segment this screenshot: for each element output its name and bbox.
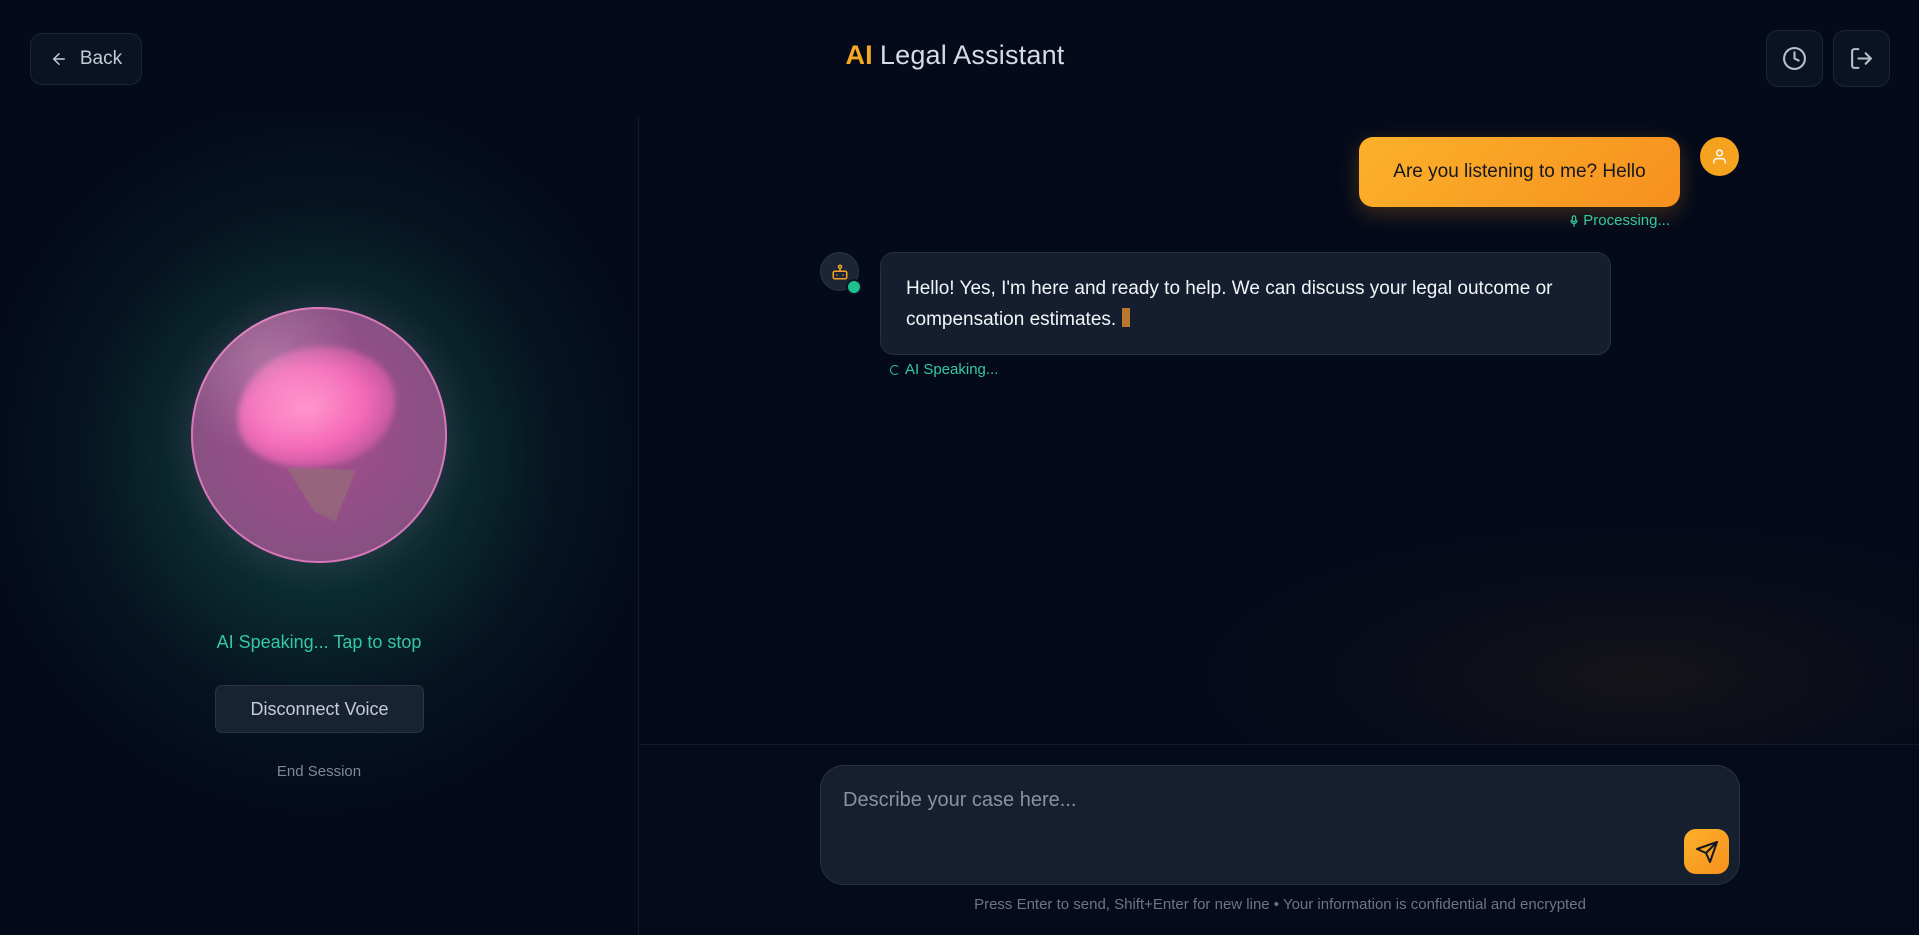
header: Back AI Legal Assistant: [0, 0, 1919, 116]
input-hint: Press Enter to send, Shift+Enter for new…: [974, 896, 1586, 913]
message-input[interactable]: [841, 784, 1665, 816]
send-icon: [1695, 840, 1718, 863]
bot-icon: [832, 264, 847, 279]
end-session-button[interactable]: End Session: [0, 763, 638, 780]
assistant-message-status: AI Speaking...: [890, 361, 998, 378]
microphone-icon: [1570, 214, 1578, 227]
title-text: Legal Assistant: [879, 40, 1065, 70]
voice-orb[interactable]: [191, 307, 447, 563]
message-input-box[interactable]: [820, 765, 1740, 885]
send-button[interactable]: [1684, 829, 1729, 874]
clock-icon: [1783, 47, 1806, 70]
user-avatar: [1700, 137, 1739, 176]
user-icon: [1713, 149, 1726, 164]
page-title: AI Legal Assistant: [0, 40, 1910, 71]
orb-shine: [191, 307, 447, 563]
chat-area: [639, 116, 1919, 744]
typing-cursor: [1122, 308, 1131, 327]
title-accent: AI: [845, 40, 873, 70]
user-message-status: Processing...: [1560, 212, 1670, 229]
voice-status[interactable]: AI Speaking... Tap to stop: [0, 632, 638, 653]
assistant-message-bubble: Hello! Yes, I'm here and ready to help. …: [880, 252, 1611, 355]
disconnect-voice-button[interactable]: Disconnect Voice: [215, 685, 424, 733]
logout-button[interactable]: [1833, 30, 1890, 87]
spinner-icon: [890, 364, 900, 375]
voice-panel: AI Speaking... Tap to stop Disconnect Vo…: [0, 116, 638, 935]
user-status-text: Processing...: [1583, 212, 1670, 229]
logout-icon: [1851, 48, 1872, 69]
app-root: Back AI Legal Assistant AI Speaking... Ta…: [0, 0, 1919, 935]
assistant-message-text: Hello! Yes, I'm here and ready to help. …: [906, 278, 1553, 330]
history-button[interactable]: [1766, 30, 1823, 87]
user-message-text: Are you listening to me? Hello: [1393, 161, 1646, 182]
assistant-status-text: AI Speaking...: [905, 361, 999, 378]
user-message-bubble: Are you listening to me? Hello: [1359, 137, 1680, 207]
online-indicator: [846, 279, 862, 295]
